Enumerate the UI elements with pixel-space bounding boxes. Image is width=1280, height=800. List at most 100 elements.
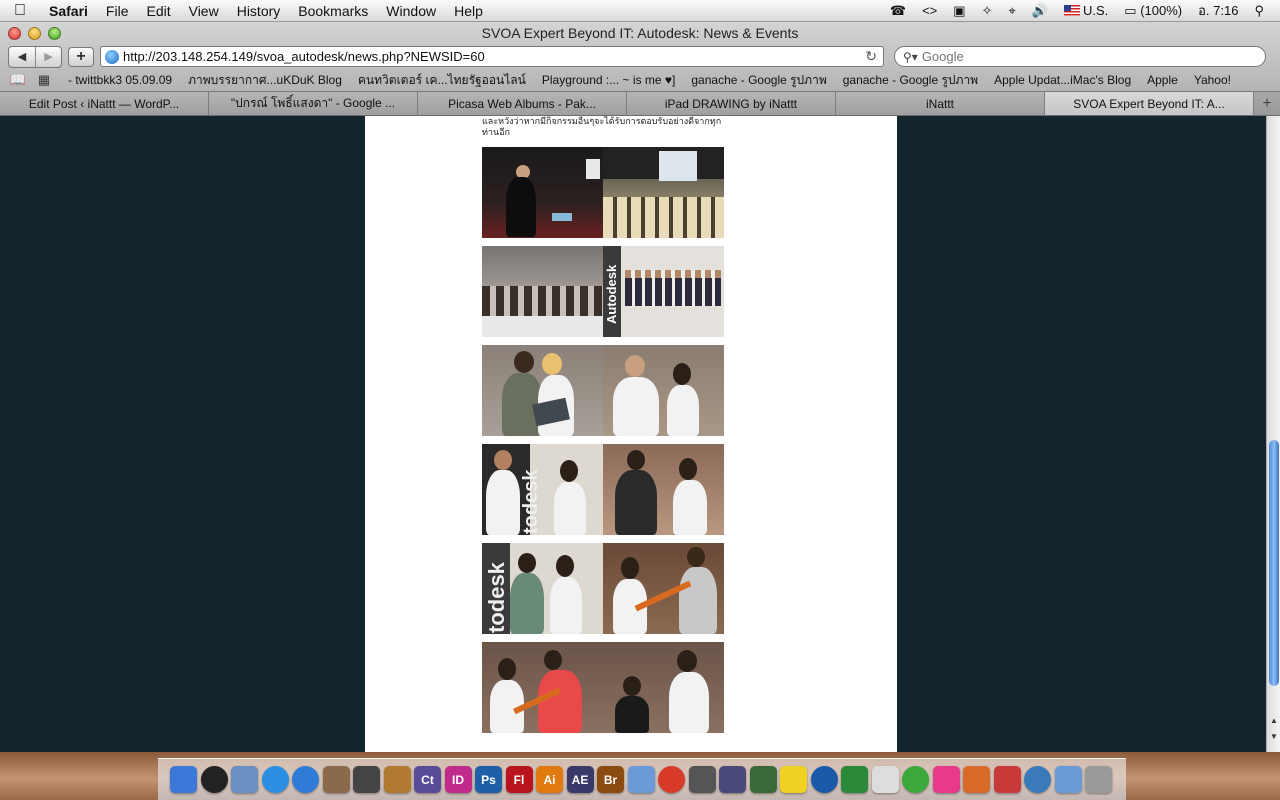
finder-icon[interactable] (170, 766, 197, 793)
event-photo-4[interactable]: todesk (482, 444, 724, 535)
scroll-down-arrow-icon[interactable]: ▼ (1267, 732, 1280, 746)
photo-1-right (603, 147, 724, 238)
globe-icon[interactable] (810, 766, 838, 793)
picasa-icon[interactable] (902, 766, 929, 793)
event-photo-6[interactable] (482, 642, 724, 733)
bookmark-item[interactable]: Apple (1139, 73, 1186, 87)
documents-folder-icon[interactable] (1054, 766, 1082, 793)
photo-4-left: todesk (482, 444, 603, 535)
garageband-icon[interactable] (383, 766, 411, 793)
bookmark-item[interactable]: ganache - Google รูปภาพ (683, 71, 834, 90)
add-bookmark-button[interactable]: + (68, 46, 94, 67)
photo-booth-icon[interactable] (688, 766, 716, 793)
apple-menu-icon[interactable]:  (0, 2, 40, 20)
phone-icon[interactable]: ☎ (882, 3, 914, 19)
code-icon[interactable]: <> (914, 3, 945, 18)
dock: Ct ID Ps Fl Ai AE Br (158, 758, 1126, 800)
menu-help[interactable]: Help (445, 3, 492, 19)
contribute-icon[interactable]: Ct (414, 766, 441, 793)
preview-icon[interactable] (231, 766, 258, 793)
bookmark-item[interactable]: ภาพบรรยากาศ...uKDuK Blog (180, 71, 350, 90)
wifi-icon[interactable]: ⌖ (1000, 3, 1023, 19)
tab-active[interactable]: SVOA Expert Beyond IT: A... (1045, 92, 1254, 115)
new-tab-button[interactable]: + (1254, 92, 1280, 115)
photo-4-right (603, 444, 724, 535)
chrome-icon[interactable] (658, 766, 685, 793)
bookmark-item[interactable]: คนทวิตเตอร์ เค...ไทยรัฐออนไลน์ (350, 71, 534, 90)
menu-bookmarks[interactable]: Bookmarks (289, 3, 377, 19)
battery-status[interactable]: ▭ (100%) (1116, 3, 1190, 19)
menu-file[interactable]: File (97, 3, 138, 19)
photo-3-right (603, 345, 724, 436)
globe-icon (105, 49, 119, 64)
input-source[interactable]: U.S. (1056, 3, 1116, 18)
itunes-icon[interactable] (292, 766, 319, 793)
aftereffects-icon[interactable]: AE (566, 766, 594, 793)
bookmark-item[interactable]: Yahoo! (1186, 73, 1239, 87)
bluetooth-icon[interactable]: ✧ (974, 3, 1001, 19)
safari-icon[interactable] (261, 766, 289, 793)
back-button[interactable]: ◀ (9, 47, 35, 67)
scroll-up-arrow-icon[interactable]: ▲ (1267, 716, 1280, 730)
menu-view[interactable]: View (180, 3, 228, 19)
utility-icon[interactable] (1024, 766, 1051, 793)
bookmark-item[interactable]: Apple Updat...iMac's Blog (986, 73, 1139, 87)
iphoto-icon[interactable] (322, 766, 350, 793)
imovie-icon[interactable] (353, 766, 380, 793)
bookmarks-bar: 📖 ▦ - twittbkk3 05.09.09 ภาพบรรยากาศ...u… (0, 69, 1280, 91)
event-photo-3[interactable] (482, 345, 724, 436)
bookmark-item[interactable]: - twittbkk3 05.09.09 (60, 73, 180, 87)
event-photo-5[interactable]: todesk (482, 543, 724, 634)
volume-icon[interactable]: 🔊 (1024, 3, 1056, 19)
search-input[interactable] (921, 49, 1257, 64)
tab[interactable]: Edit Post ‹ iNattt — WordP... (0, 92, 209, 115)
forward-button[interactable]: ▶ (35, 46, 61, 67)
pixel-icon[interactable] (963, 766, 990, 793)
brush-icon[interactable] (719, 766, 746, 793)
fruit-icon[interactable] (841, 766, 868, 793)
sketch-icon[interactable] (627, 766, 655, 793)
photo-watermark: Autodesk (604, 264, 619, 324)
tab[interactable]: Picasa Web Albums - Pak... (418, 92, 627, 115)
reading-list-icon[interactable]: 📖 (8, 72, 28, 88)
top-sites-grid-icon[interactable]: ▦ (34, 72, 54, 88)
web-content: และหวังว่าหากมีกิจกรรมอื่นๆจะได้รับการตอ… (0, 116, 1266, 752)
tab[interactable]: iNattt (836, 92, 1045, 115)
flash-icon[interactable]: Fl (505, 766, 533, 793)
tab[interactable]: iPad DRAWING by iNattt (627, 92, 836, 115)
bridge-icon[interactable]: Br (597, 766, 624, 793)
photo-watermark: todesk (520, 469, 542, 534)
search-field[interactable]: ⚲▾ (894, 46, 1266, 67)
menubar-clock[interactable]: อ. 7:16 (1190, 0, 1246, 21)
window-title: SVOA Expert Beyond IT: Autodesk: News & … (481, 25, 799, 41)
scrollbar-thumb[interactable] (1269, 440, 1279, 686)
twitter-bird-icon[interactable] (780, 766, 807, 793)
event-photo-1[interactable] (482, 147, 724, 238)
browser-toolbar: ◀ ▶ + http://203.148.254.149/svoa_autode… (0, 44, 1280, 69)
news-page: และหวังว่าหากมีกิจกรรมอื่นๆจะได้รับการตอ… (365, 116, 897, 752)
spotlight-icon[interactable]: ⚲ (1246, 3, 1272, 19)
indesign-icon[interactable]: ID (444, 766, 472, 793)
textedit-icon[interactable] (871, 766, 899, 793)
illustrator-icon[interactable]: Ai (536, 766, 563, 793)
bookmark-item[interactable]: ganache - Google รูปภาพ (835, 71, 986, 90)
event-photo-2[interactable]: Autodesk (482, 246, 724, 337)
paint-icon[interactable] (749, 766, 777, 793)
news-body-text: และหวังว่าหากมีกิจกรรมอื่นๆจะได้รับการตอ… (482, 116, 732, 138)
menu-window[interactable]: Window (377, 3, 445, 19)
vertical-scrollbar[interactable]: ▲ ▼ (1266, 116, 1280, 752)
comic-life-icon[interactable] (932, 766, 960, 793)
bookmark-item[interactable]: Playground :... ~ is me ♥] (534, 73, 684, 87)
tab[interactable]: "ปกรณ์ โพธิ์แสงดา" - Google ... (209, 92, 418, 115)
reload-button[interactable]: ↻ (865, 48, 877, 65)
address-bar[interactable]: http://203.148.254.149/svoa_autodesk/new… (100, 46, 884, 67)
menu-history[interactable]: History (228, 3, 290, 19)
dashboard-icon[interactable] (200, 766, 228, 793)
menu-edit[interactable]: Edit (137, 3, 179, 19)
numbered-box-icon[interactable]: ▣ (945, 3, 973, 19)
pencil-icon[interactable] (993, 766, 1021, 793)
url-text[interactable]: http://203.148.254.149/svoa_autodesk/new… (123, 49, 865, 64)
trash-icon[interactable] (1085, 766, 1112, 793)
menu-safari[interactable]: Safari (40, 3, 97, 19)
photoshop-icon[interactable]: Ps (475, 766, 502, 793)
